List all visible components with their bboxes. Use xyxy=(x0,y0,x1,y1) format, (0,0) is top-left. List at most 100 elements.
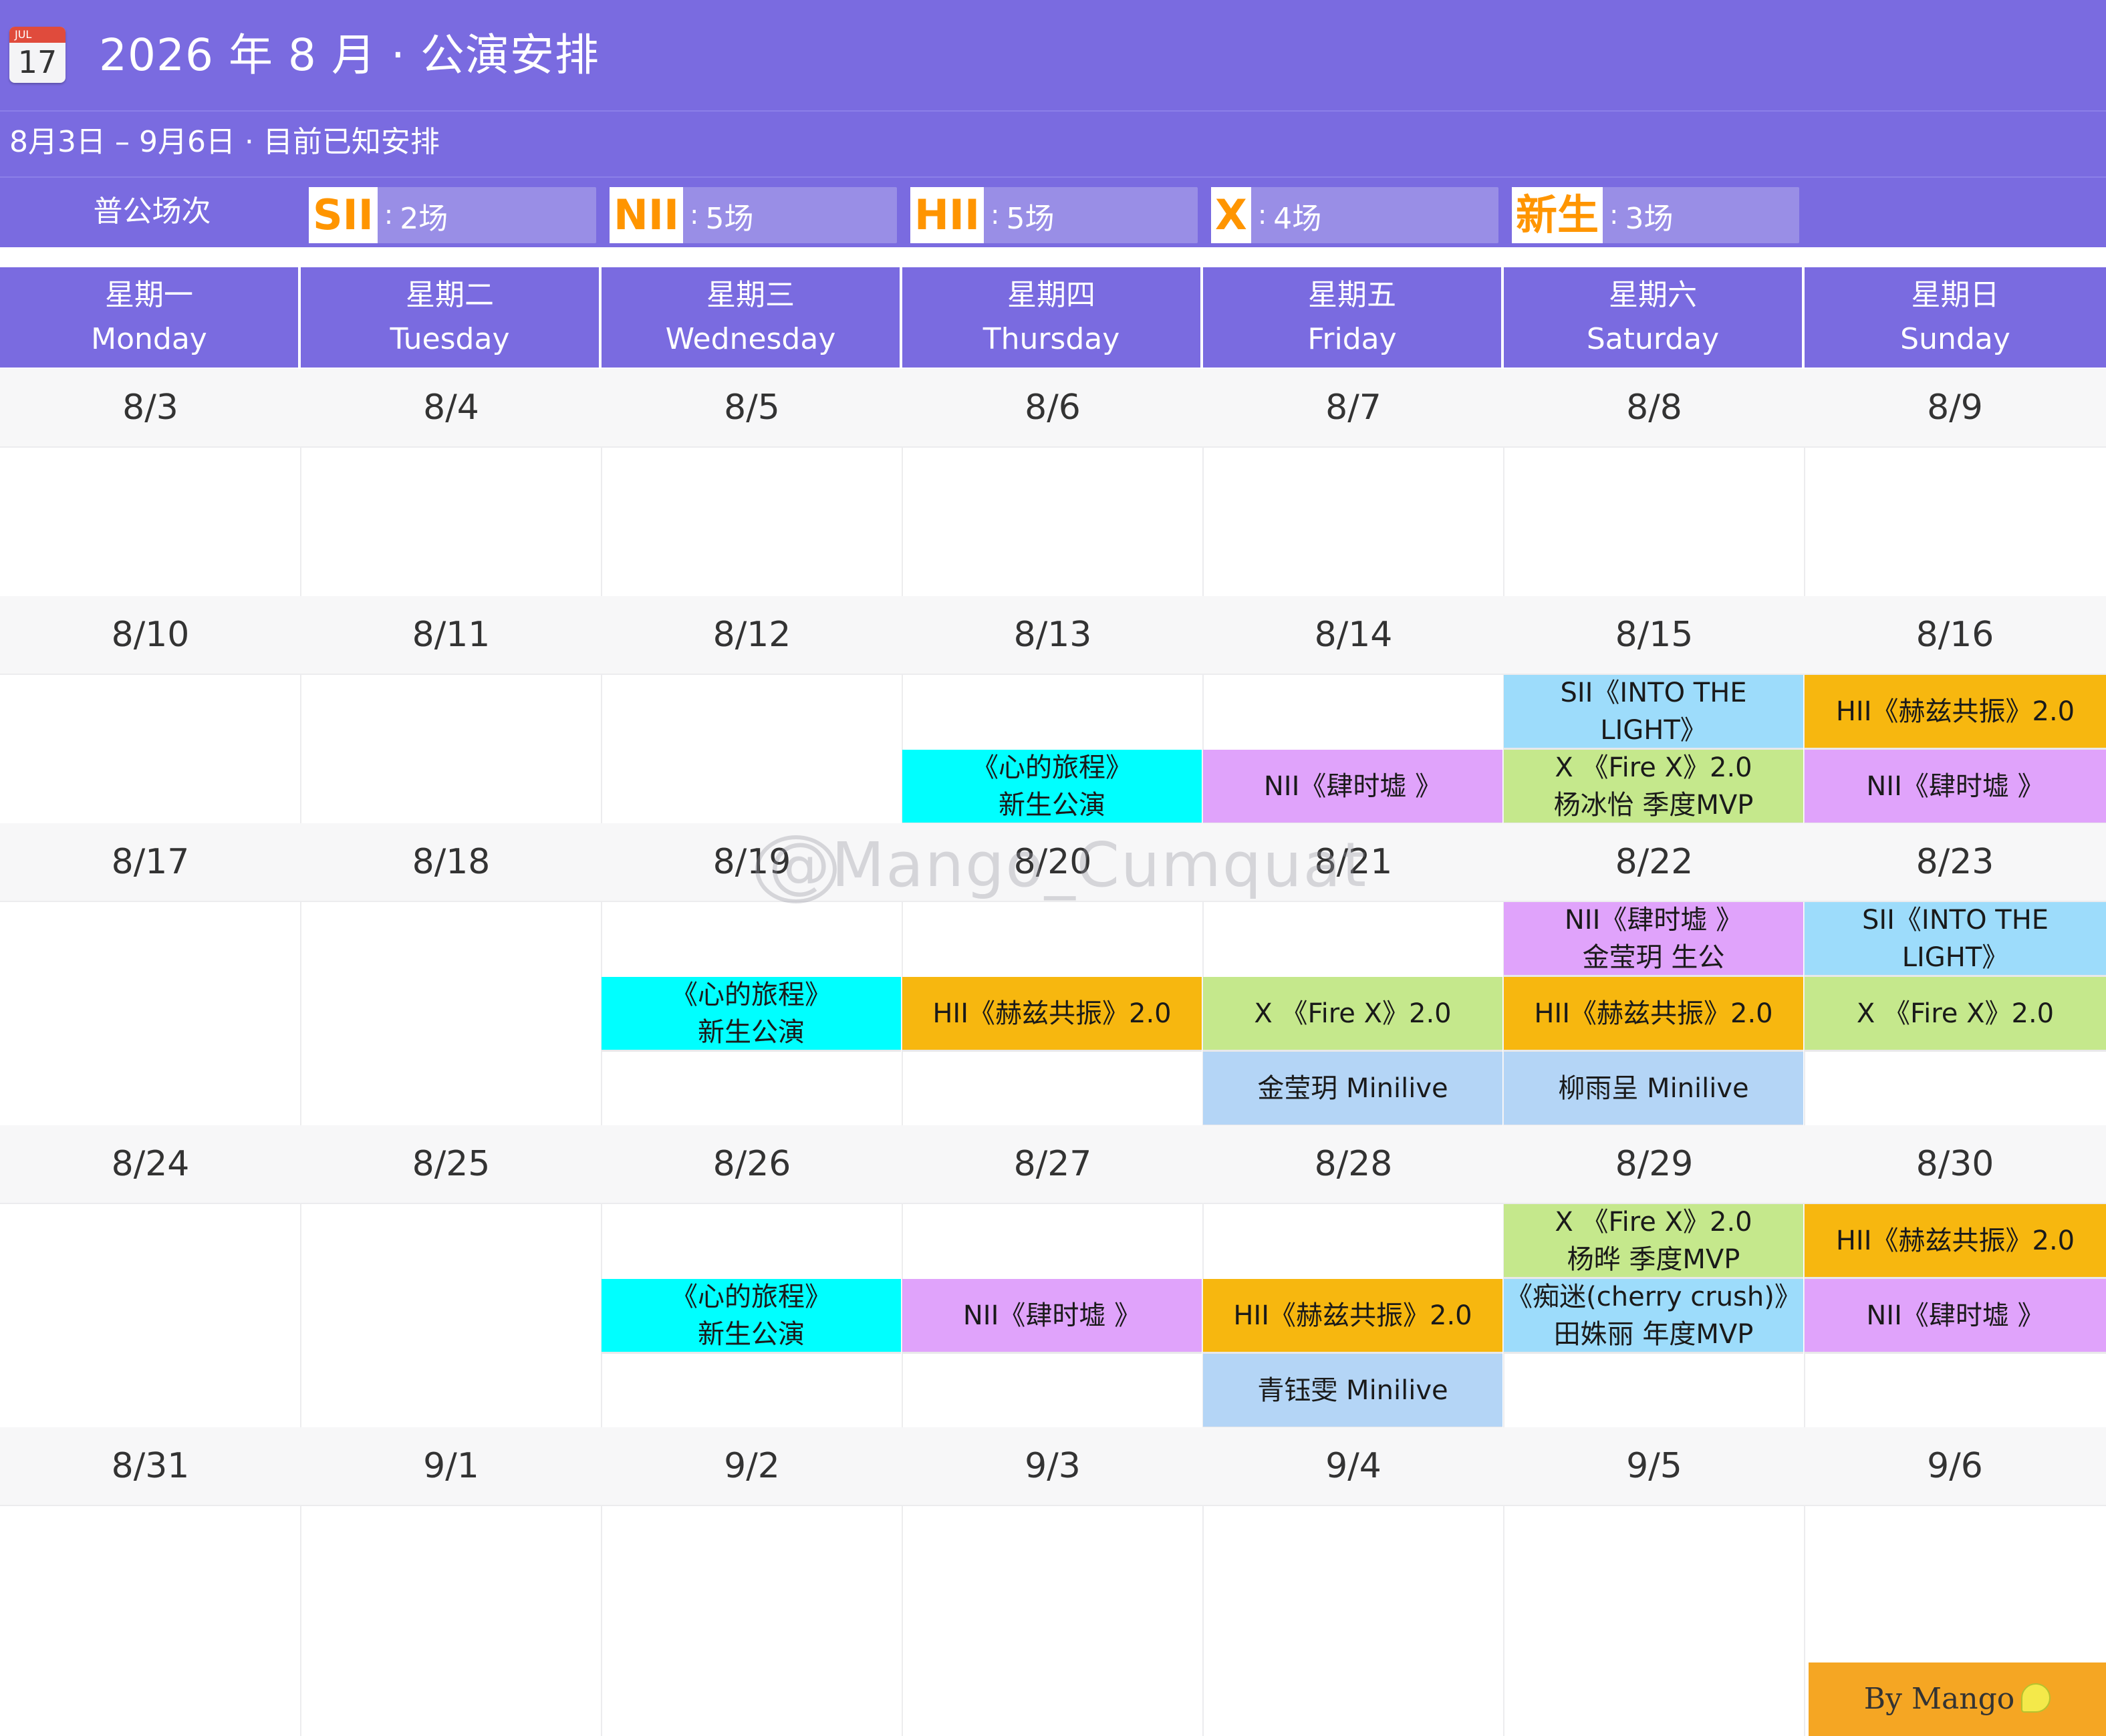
weekday-header-sunday: 星期日 Sunday xyxy=(1805,267,2106,368)
date-cell-mon[interactable]: 8/24 xyxy=(0,1125,301,1203)
header-divider xyxy=(0,176,2106,178)
event-block[interactable]: NII《肆时墟 》 xyxy=(1805,750,2106,825)
event-block[interactable]: HII《赫兹共振》2.0 xyxy=(1805,1204,2106,1279)
event-block[interactable]: SII《INTO THE LIGHT》 xyxy=(1805,902,2106,977)
weekday-en: Thursday xyxy=(982,322,1120,356)
date-cell-tue[interactable]: 8/25 xyxy=(301,1125,602,1203)
event-block[interactable]: 《心的旅程》 新生公演 xyxy=(902,750,1202,825)
weekday-header-saturday: 星期六 Saturday xyxy=(1504,267,1805,368)
date-cell-wed[interactable]: 8/26 xyxy=(602,1125,902,1203)
header-band: JUL 17 2026 年 8 月 · 公演安排 8月3日 – 9月6日 · 目… xyxy=(0,0,2106,247)
event-block[interactable]: 金莹玥 Minilive xyxy=(1203,1052,1502,1127)
calendar-icon: JUL 17 xyxy=(9,27,65,83)
event-block[interactable]: NII《肆时墟 》 xyxy=(1203,750,1502,825)
event-label: 《痴迷(cherry crush)》 田姝丽 年度MVP xyxy=(1506,1281,1801,1350)
event-label: 柳雨呈 Minilive xyxy=(1558,1072,1749,1104)
count-separator: : xyxy=(991,200,1000,231)
weekday-zh: 星期五 xyxy=(1308,278,1396,312)
date-cell-sun[interactable]: 8/30 xyxy=(1805,1125,2105,1203)
date-cell-sat[interactable]: 8/8 xyxy=(1504,369,1805,446)
date-cell-wed[interactable]: 9/2 xyxy=(602,1427,902,1505)
date-cell-fri[interactable]: 9/4 xyxy=(1203,1427,1504,1505)
event-block[interactable]: NII《肆时墟 》 xyxy=(902,1279,1202,1354)
event-label: X 《Fire X》2.0 杨晔 季度MVP xyxy=(1555,1206,1752,1275)
date-cell-fri[interactable]: 8/7 xyxy=(1203,369,1504,446)
event-block[interactable]: 《心的旅程》 新生公演 xyxy=(602,977,901,1052)
week-row: 8/10 8/11 8/12 8/13 8/14 8/15 8/16 SII《INTO THE… xyxy=(0,596,2106,825)
date-cell-sun[interactable]: 8/9 xyxy=(1805,369,2105,446)
event-label: 金莹玥 Minilive xyxy=(1257,1072,1448,1104)
event-label: HII《赫兹共振》2.0 xyxy=(932,998,1172,1029)
count-value: 4场 xyxy=(1273,202,1322,236)
event-label: 《心的旅程》 新生公演 xyxy=(671,979,831,1048)
event-label: HII《赫兹共振》2.0 xyxy=(1835,1225,2075,1256)
count-value: 2场 xyxy=(400,202,448,236)
date-cell-mon[interactable]: 8/3 xyxy=(0,369,301,446)
event-block[interactable]: 《痴迷(cherry crush)》 田姝丽 年度MVP xyxy=(1504,1279,1803,1354)
weekday-zh: 星期四 xyxy=(1007,278,1095,312)
date-cell-sat[interactable]: 8/15 xyxy=(1504,596,1805,674)
event-block[interactable]: NII《肆时墟 》 xyxy=(1805,1279,2106,1354)
count-badge-sii: SII:2场 xyxy=(309,187,596,243)
event-block[interactable]: HII《赫兹共振》2.0 xyxy=(1203,1279,1502,1354)
date-cell-fri[interactable]: 8/14 xyxy=(1203,596,1504,674)
date-cell-sat[interactable]: 9/5 xyxy=(1504,1427,1805,1505)
date-cell-mon[interactable]: 8/17 xyxy=(0,823,301,901)
event-block[interactable]: HII《赫兹共振》2.0 xyxy=(902,977,1202,1052)
weekday-zh: 星期六 xyxy=(1609,278,1697,312)
count-separator: : xyxy=(1257,200,1267,231)
event-label: NII《肆时墟 》 xyxy=(1866,1300,2045,1331)
count-separator: : xyxy=(1609,200,1619,231)
date-cell-tue[interactable]: 8/4 xyxy=(301,369,602,446)
date-cell-sun[interactable]: 9/6 xyxy=(1805,1427,2105,1505)
event-label: NII《肆时墟 》 xyxy=(1866,770,2045,802)
event-block[interactable]: 《心的旅程》 新生公演 xyxy=(602,1279,901,1354)
count-team: HII xyxy=(910,187,984,243)
event-block[interactable]: 柳雨呈 Minilive xyxy=(1504,1052,1803,1127)
event-block[interactable]: HII《赫兹共振》2.0 xyxy=(1805,675,2106,750)
date-cell-tue[interactable]: 8/11 xyxy=(301,596,602,674)
count-team: 新生 xyxy=(1512,187,1603,243)
weekday-header-thursday: 星期四 Thursday xyxy=(902,267,1203,368)
date-cell-thu[interactable]: 9/3 xyxy=(902,1427,1203,1505)
event-label: X 《Fire X》2.0 xyxy=(1254,998,1452,1029)
date-cell-tue[interactable]: 9/1 xyxy=(301,1427,602,1505)
date-cell-tue[interactable]: 8/18 xyxy=(301,823,602,901)
event-block[interactable]: NII《肆时墟 》 金莹玥 生公 xyxy=(1504,902,1803,977)
week-row: 8/3 8/4 8/5 8/6 8/7 8/8 8/9 xyxy=(0,369,2106,596)
event-label: HII《赫兹共振》2.0 xyxy=(1835,696,2075,727)
count-value: 5场 xyxy=(1006,202,1055,236)
date-cell-thu[interactable]: 8/27 xyxy=(902,1125,1203,1203)
event-label: NII《肆时墟 》 xyxy=(962,1300,1142,1331)
header-divider xyxy=(0,110,2106,112)
event-block[interactable]: X 《Fire X》2.0 杨晔 季度MVP xyxy=(1504,1204,1803,1279)
event-label: NII《肆时墟 》 xyxy=(1263,770,1442,802)
date-range-subtitle: 8月3日 – 9月6日 · 目前已知安排 xyxy=(9,125,440,159)
date-cell-mon[interactable]: 8/31 xyxy=(0,1427,301,1505)
event-block[interactable]: SII《INTO THE LIGHT》 xyxy=(1504,675,1803,750)
event-block[interactable]: 青钰雯 Minilive xyxy=(1203,1354,1502,1429)
date-cell-wed[interactable]: 8/5 xyxy=(602,369,902,446)
event-block[interactable]: X 《Fire X》2.0 xyxy=(1805,977,2106,1052)
event-block[interactable]: HII《赫兹共振》2.0 xyxy=(1504,977,1803,1052)
weekday-header-row: 星期一 Monday 星期二 Tuesday 星期三 Wednesday 星期四 Thu… xyxy=(0,267,2106,368)
weekday-en: Saturday xyxy=(1586,322,1720,356)
date-cell-mon[interactable]: 8/10 xyxy=(0,596,301,674)
date-cell-sat[interactable]: 8/29 xyxy=(1504,1125,1805,1203)
date-cell-fri[interactable]: 8/28 xyxy=(1203,1125,1504,1203)
event-block[interactable]: X 《Fire X》2.0 xyxy=(1203,977,1502,1052)
week-row: 8/24 8/25 8/26 8/27 8/28 8/29 8/30 X 《Fire X》2.… xyxy=(0,1125,2106,1429)
count-value: 5场 xyxy=(705,202,754,236)
date-cell-sat[interactable]: 8/22 xyxy=(1504,823,1805,901)
event-block[interactable]: X 《Fire X》2.0 杨冰怡 季度MVP xyxy=(1504,750,1803,825)
event-label: 青钰雯 Minilive xyxy=(1257,1375,1448,1406)
date-cell-thu[interactable]: 8/13 xyxy=(902,596,1203,674)
date-cell-sun[interactable]: 8/23 xyxy=(1805,823,2105,901)
weekday-zh: 星期一 xyxy=(105,278,193,312)
date-cell-thu[interactable]: 8/6 xyxy=(902,369,1203,446)
weekday-header-tuesday: 星期二 Tuesday xyxy=(301,267,602,368)
event-label: 《心的旅程》 新生公演 xyxy=(972,752,1132,821)
count-team: SII xyxy=(309,187,378,243)
date-cell-wed[interactable]: 8/12 xyxy=(602,596,902,674)
date-cell-sun[interactable]: 8/16 xyxy=(1805,596,2105,674)
